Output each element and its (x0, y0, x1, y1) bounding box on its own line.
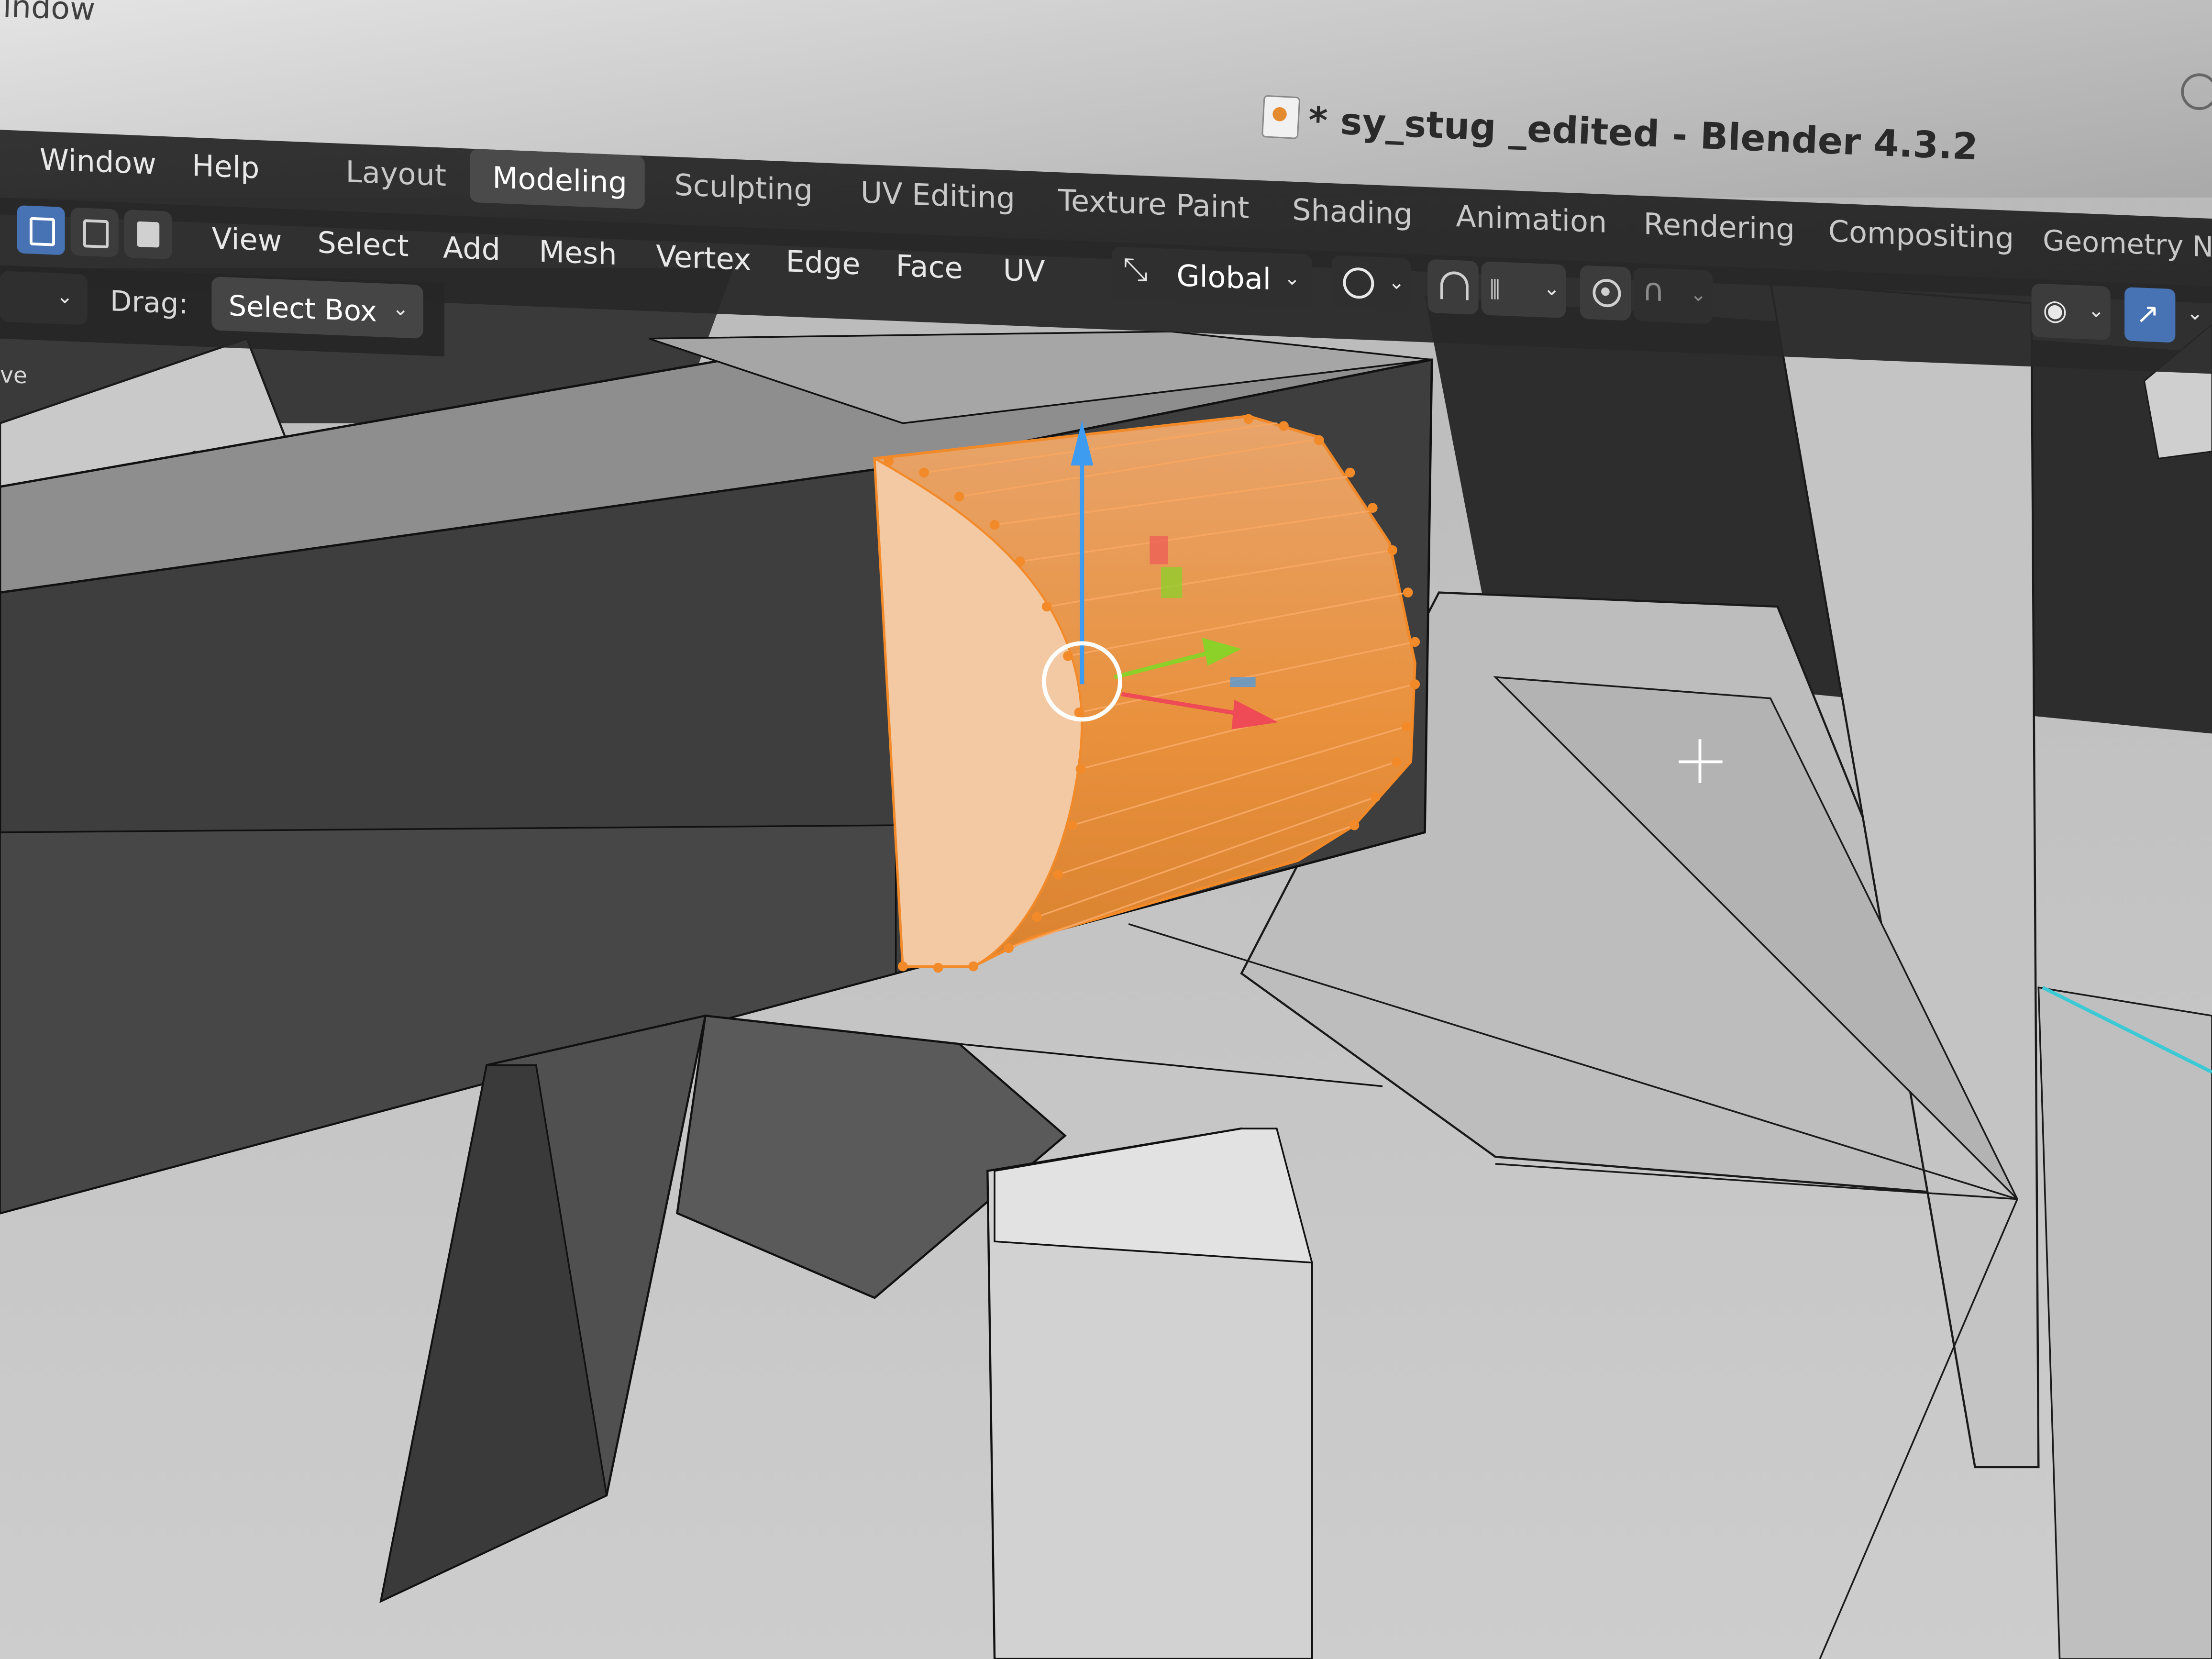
drag-select-dropdown[interactable]: Select Box ⌄ (211, 276, 423, 339)
chevron-down-icon: ⌄ (392, 298, 409, 321)
chevron-down-icon: ⌄ (56, 286, 73, 310)
drag-label: Drag: (110, 284, 188, 321)
gizmo-plane-xy[interactable] (1230, 677, 1256, 687)
gizmo-plane-xz[interactable] (1150, 536, 1168, 564)
hull-face-b (2037, 986, 2212, 1659)
side-panel-clipped-label: ve (0, 361, 27, 389)
gizmo-plane-yz[interactable] (1161, 567, 1183, 598)
screen-photo: indow * sy_stug _edited - Blender 4.3.2 … (0, 0, 2212, 1659)
drag-select-value: Select Box (228, 288, 377, 329)
mode-dropdown[interactable]: ⌄ (0, 271, 88, 325)
